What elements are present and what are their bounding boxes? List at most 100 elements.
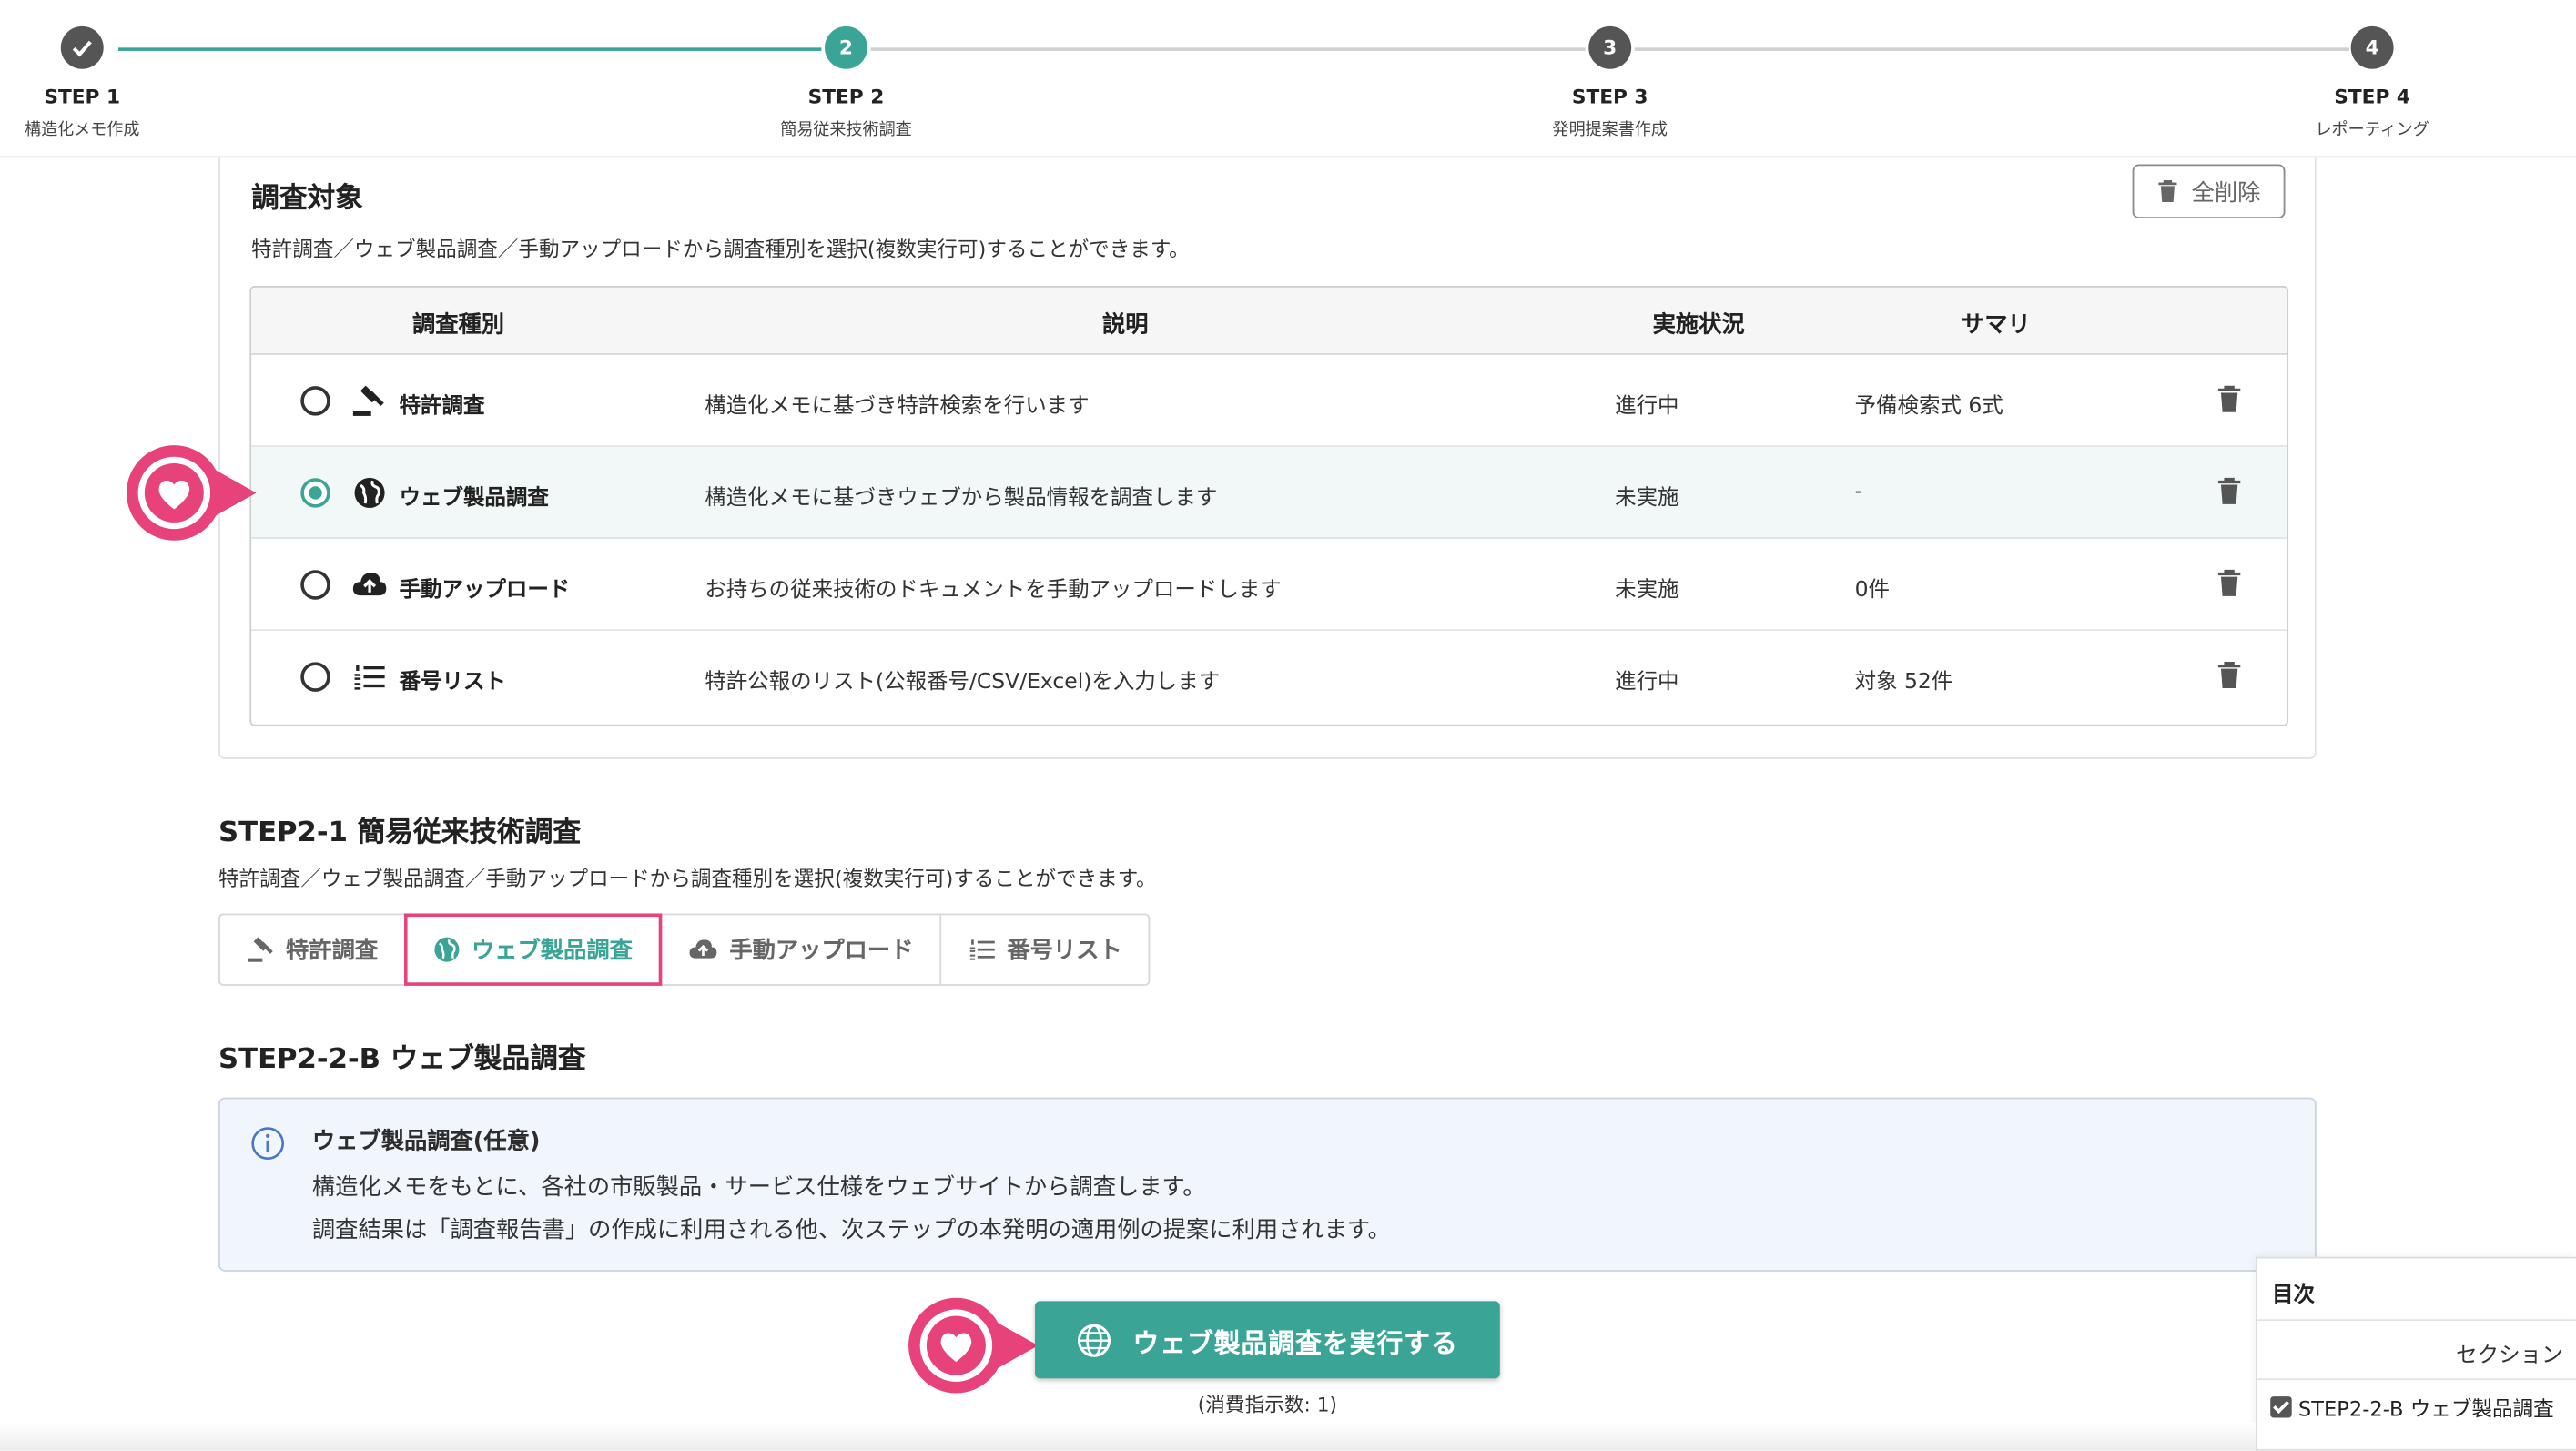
step-1[interactable]: STEP 1 構造化メモ作成 [0, 25, 198, 140]
step-label: STEP 1 [44, 85, 121, 109]
gavel-icon [248, 937, 273, 962]
table-row[interactable]: ウェブ製品調査 構造化メモに基づきウェブから製品情報を調査します 未実施 - [251, 446, 2287, 539]
delete-all-label: 全削除 [2191, 179, 2261, 207]
step-sub: 簡易従来技術調査 [780, 121, 912, 140]
step-number: 2 [825, 25, 867, 69]
step21-title: STEP2-1 簡易従来技術調査 [218, 816, 582, 850]
tab-manual-upload[interactable]: 手動アップロード [661, 915, 942, 985]
step-label: STEP 3 [1571, 85, 1648, 109]
table-row[interactable]: 特許調査 構造化メモに基づき特許検索を行います 進行中 予備検索式 6式 [251, 355, 2287, 447]
row-description: 特許公報のリスト(公報番号/CSV/Excel)を入力します [705, 670, 1221, 695]
step-2[interactable]: 2 STEP 2 簡易従来技術調査 [731, 25, 961, 140]
column-header: 実施状況 [1652, 311, 1745, 339]
cloud-upload-icon [352, 573, 387, 596]
row-radio[interactable] [300, 662, 330, 692]
toc-title: 目次 [2272, 1283, 2315, 1308]
step-3[interactable]: 3 STEP 3 発明提案書作成 [1495, 25, 1725, 140]
toc-section-label: セクション [2456, 1344, 2563, 1369]
row-name: 特許調査 [399, 394, 485, 420]
tab-web-product[interactable]: ウェブ製品調査 [403, 913, 663, 986]
divider [2257, 1319, 2576, 1322]
tab-patent[interactable]: 特許調査 [220, 915, 406, 985]
row-summary: 0件 [1854, 578, 1891, 604]
trash-icon[interactable] [2216, 384, 2243, 413]
step-sub: 発明提案書作成 [1552, 121, 1668, 140]
row-status: 未実施 [1615, 486, 1679, 512]
heart-marker-icon [908, 1297, 1039, 1394]
row-description: 構造化メモに基づきウェブから製品情報を調査します [705, 486, 1218, 512]
row-name: ウェブ製品調査 [399, 486, 549, 512]
row-name: 番号リスト [399, 670, 506, 695]
row-radio[interactable] [300, 570, 330, 600]
target-table: 調査種別 説明 実施状況 サマリ 特許調査 構造化メモに基づき特許検索を行います… [249, 286, 2289, 726]
row-name: 手動アップロード [399, 578, 571, 604]
row-summary: 予備検索式 6式 [1854, 394, 2003, 420]
row-status: 進行中 [1615, 670, 1679, 695]
info-icon [251, 1127, 285, 1161]
toc-panel: 目次 セクション STEP2-2-B ウェブ製品調査 [2255, 1256, 2576, 1451]
row-radio[interactable] [300, 386, 330, 416]
scroll-shadow [0, 1422, 2256, 1451]
globe-icon [1078, 1323, 1111, 1356]
step21-description: 特許調査／ウェブ製品調査／手動アップロードから調査種別を選択(複数実行可)するこ… [218, 866, 1157, 891]
consumption-count: (消費指示数: 1) [1197, 1393, 1337, 1416]
run-web-survey-button[interactable]: ウェブ製品調査を実行する [1035, 1301, 1500, 1379]
tab-label: ウェブ製品調査 [471, 938, 633, 965]
tab-label: 手動アップロード [729, 938, 914, 965]
trash-icon [2158, 180, 2177, 202]
numbered-list-icon [969, 939, 995, 960]
info-title: ウェブ製品調査(任意) [311, 1128, 541, 1155]
survey-tabs: 特許調査 ウェブ製品調査 手動アップロード 番号リスト [218, 913, 1151, 986]
step-4[interactable]: 4 STEP 4 レポーティング [2257, 25, 2488, 140]
row-summary: - [1854, 480, 1863, 505]
column-header: サマリ [1961, 311, 2031, 339]
step22-title: STEP2-2-B ウェブ製品調査 [218, 1043, 586, 1077]
globe-icon [354, 477, 385, 508]
step-connector-done [117, 47, 822, 51]
step-label: STEP 2 [807, 85, 885, 109]
trash-icon[interactable] [2216, 568, 2243, 597]
row-status: 進行中 [1615, 394, 1679, 420]
info-text: 調査結果は「調査報告書」の作成に利用される他、次ステップの本発明の適用例の提案に… [311, 1217, 1391, 1244]
tab-label: 番号リスト [1007, 938, 1122, 965]
divider [2257, 1378, 2576, 1381]
row-description: 構造化メモに基づき特許検索を行います [705, 394, 1090, 420]
heart-marker-icon [126, 445, 257, 541]
delete-all-button[interactable]: 全削除 [2132, 164, 2286, 219]
step-number: 3 [1588, 25, 1632, 69]
run-button-label: ウェブ製品調査を実行する [1132, 1326, 1458, 1358]
step-sub: 構造化メモ作成 [25, 121, 140, 140]
target-description: 特許調査／ウェブ製品調査／手動アップロードから調査種別を選択(複数実行可)するこ… [251, 236, 1190, 261]
row-summary: 対象 52件 [1854, 670, 1953, 695]
step-number: 4 [2350, 25, 2394, 69]
table-row[interactable]: 番号リスト 特許公報のリスト(公報番号/CSV/Excel)を入力します 進行中… [251, 631, 2287, 723]
table-row[interactable]: 手動アップロード お持ちの従来技術のドキュメントを手動アップロードします 未実施… [251, 539, 2287, 632]
trash-icon[interactable] [2216, 476, 2243, 505]
step-connector [1634, 47, 2349, 51]
step-connector [870, 47, 1586, 51]
globe-icon [434, 937, 460, 962]
toc-item[interactable]: STEP2-2-B ウェブ製品調査 [2270, 1392, 2554, 1423]
checkbox-icon[interactable] [2270, 1396, 2292, 1418]
info-box: ウェブ製品調査(任意) 構造化メモをもとに、各社の市販製品・サービス仕様をウェブ… [218, 1097, 2317, 1272]
check-icon [60, 25, 104, 69]
cloud-upload-icon [689, 939, 717, 959]
row-radio[interactable] [300, 478, 330, 508]
trash-icon[interactable] [2216, 661, 2243, 690]
step-label: STEP 4 [2334, 85, 2410, 109]
stepper: STEP 1 構造化メモ作成 2 STEP 2 簡易従来技術調査 3 STEP … [0, 0, 2576, 158]
tab-number-list[interactable]: 番号リスト [941, 915, 1148, 984]
numbered-list-icon [354, 665, 385, 690]
row-status: 未実施 [1615, 578, 1679, 604]
gavel-icon [352, 385, 384, 416]
table-header: 調査種別 説明 実施状況 サマリ [251, 287, 2287, 355]
step-sub: レポーティング [2315, 121, 2429, 140]
toc-item-label: STEP2-2-B ウェブ製品調査 [2297, 1396, 2554, 1422]
column-header: 説明 [1102, 311, 1149, 339]
tab-label: 特許調査 [286, 938, 379, 965]
info-text: 構造化メモをもとに、各社の市販製品・サービス仕様をウェブサイトから調査します。 [311, 1174, 1206, 1202]
target-title: 調査対象 [251, 182, 363, 216]
row-description: お持ちの従来技術のドキュメントを手動アップロードします [705, 578, 1282, 604]
page: STEP 1 構造化メモ作成 2 STEP 2 簡易従来技術調査 3 STEP … [0, 0, 2576, 1451]
column-header: 調査種別 [412, 311, 505, 339]
